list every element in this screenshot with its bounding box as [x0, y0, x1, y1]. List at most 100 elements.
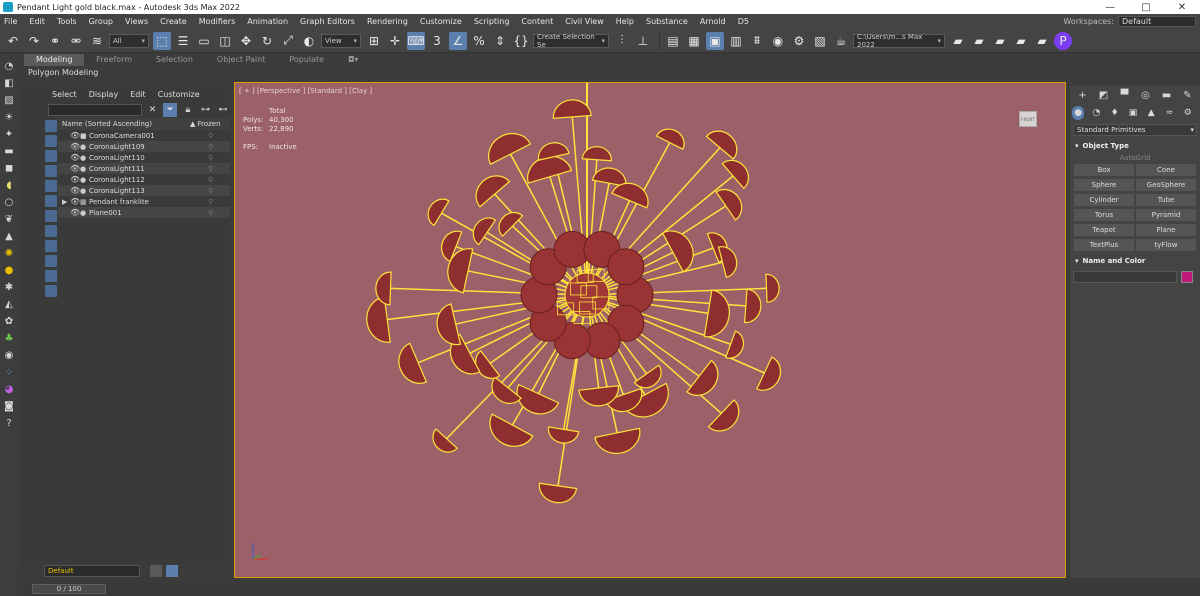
eye-icon[interactable]: 👁︎	[70, 131, 80, 140]
cone-button[interactable]: Cone	[1136, 164, 1196, 176]
angle-snap-icon[interactable]: ∠	[449, 31, 467, 50]
snaps-toggle-icon[interactable]: 3	[428, 32, 446, 50]
curve-editor-icon[interactable]: ▥	[727, 32, 745, 50]
display-shapes-icon[interactable]	[45, 135, 57, 147]
menu-graph-editors[interactable]: Graph Editors	[300, 17, 355, 26]
tool-icon[interactable]: ◕	[2, 382, 16, 396]
tool-icon[interactable]: ?	[2, 416, 16, 430]
select-rotate-icon[interactable]: ↻	[258, 32, 276, 50]
tool-icon[interactable]: ▨	[2, 93, 16, 107]
geometry-category-icon[interactable]: ●	[1072, 106, 1085, 120]
list-item[interactable]: ▶ 👁︎ ▦ Pendant franklite ⚲	[58, 196, 230, 207]
project-folder-5-icon[interactable]: ▰	[1033, 32, 1051, 50]
display-spacewarps-icon[interactable]	[45, 195, 57, 207]
ribbon-options-icon[interactable]: ◘▾	[336, 54, 370, 66]
object-color-swatch[interactable]	[1181, 271, 1193, 283]
pyramid-button[interactable]: Pyramid	[1136, 209, 1196, 221]
tab-freeform[interactable]: Freeform	[84, 54, 144, 66]
tool-icon[interactable]: ✦	[2, 127, 16, 141]
align-icon[interactable]: ⊥	[634, 32, 652, 50]
name-color-header[interactable]: ▾ Name and Color	[1073, 255, 1197, 267]
menu-create[interactable]: Create	[160, 17, 187, 26]
clear-search-icon[interactable]: ✕	[146, 103, 160, 117]
scene-menu-edit[interactable]: Edit	[130, 90, 146, 99]
eye-icon[interactable]: 👁︎	[70, 153, 80, 162]
scene-explorer-icon[interactable]: ▤	[664, 32, 682, 50]
spinner-snap-icon[interactable]: ⇕	[491, 32, 509, 50]
workspace-dropdown[interactable]: Default	[1118, 16, 1196, 27]
display-helpers-icon[interactable]	[45, 180, 57, 192]
keyboard-shortcut-icon[interactable]: ⌨	[407, 31, 425, 50]
display-tab-icon[interactable]: ▬	[1160, 88, 1174, 102]
primitive-type-dropdown[interactable]: Standard Primitives ▾	[1073, 124, 1197, 136]
material-editor-icon[interactable]: ◉	[769, 32, 787, 50]
selection-filter-dropdown[interactable]: All ▾	[109, 33, 149, 48]
redo-icon[interactable]: ↷	[25, 32, 43, 50]
filter-icon[interactable]: ⏷	[163, 103, 178, 117]
lights-category-icon[interactable]: ♦	[1109, 106, 1121, 120]
eye-icon[interactable]: 👁︎	[70, 164, 80, 173]
freeze-icon[interactable]: ⚲	[208, 154, 230, 162]
menu-rendering[interactable]: Rendering	[367, 17, 408, 26]
tool-icon[interactable]: ○	[2, 195, 16, 209]
column-frozen-header[interactable]: ▲ Frozen	[190, 120, 230, 128]
viewport-label[interactable]: [ + ] [Perspective ] [Standard ] [Clay ]	[239, 87, 372, 95]
autogrid-checkbox[interactable]: AutoGrid	[1073, 152, 1197, 164]
tab-populate[interactable]: Populate	[277, 54, 336, 66]
menu-civil-view[interactable]: Civil View	[565, 17, 604, 26]
menu-modifiers[interactable]: Modifiers	[199, 17, 236, 26]
freeze-icon[interactable]: ⚲	[208, 176, 230, 184]
named-selection-dropdown[interactable]: Create Selection Se ▾	[533, 33, 609, 49]
hierarchy-icon[interactable]: ⊶	[199, 103, 213, 117]
list-item[interactable]: 👁︎ ● CoronaLight113 ⚲	[58, 185, 230, 196]
column-name-header[interactable]: Name (Sorted Ascending)	[62, 120, 190, 128]
project-folder-3-icon[interactable]: ▰	[991, 32, 1009, 50]
close-button[interactable]: ✕	[1164, 2, 1200, 13]
tab-selection[interactable]: Selection	[144, 54, 205, 66]
scene-menu-display[interactable]: Display	[89, 90, 119, 99]
tool-icon[interactable]: ◼	[2, 161, 16, 175]
display-hidden-icon[interactable]	[45, 285, 57, 297]
rect-selection-icon[interactable]: ▭	[195, 32, 213, 50]
display-containers-icon[interactable]	[45, 255, 57, 267]
tool-icon[interactable]: ●	[2, 263, 16, 277]
geosphere-button[interactable]: GeoSphere	[1136, 179, 1196, 191]
tool-icon[interactable]: ◭	[2, 297, 16, 311]
menu-d5[interactable]: D5	[738, 17, 749, 26]
textplus-button[interactable]: TextPlus	[1074, 239, 1134, 251]
select-place-icon[interactable]: ◐	[300, 32, 318, 50]
hierarchy-tab-icon[interactable]: ▀	[1118, 88, 1132, 102]
object-type-header[interactable]: ▾ Object Type	[1073, 140, 1197, 152]
layer-stack-icon[interactable]	[150, 565, 162, 577]
create-tab-icon[interactable]: +	[1076, 88, 1090, 102]
teapot-button[interactable]: Teapot	[1074, 224, 1134, 236]
minimize-button[interactable]: —	[1092, 2, 1128, 13]
tool-icon[interactable]: ✱	[2, 280, 16, 294]
reference-coordinate-dropdown[interactable]: View ▾	[321, 33, 361, 48]
tool-icon[interactable]: ▬	[2, 144, 16, 158]
manipulate-icon[interactable]: ✛	[386, 32, 404, 50]
eye-icon[interactable]: 👁︎	[70, 175, 80, 184]
menu-file[interactable]: File	[4, 17, 17, 26]
tool-icon[interactable]: ♣	[2, 331, 16, 345]
object-name-input[interactable]	[1073, 271, 1177, 283]
menu-help[interactable]: Help	[616, 17, 634, 26]
viewcube[interactable]: FRONT	[1019, 111, 1037, 127]
tool-icon[interactable]: ◉	[2, 348, 16, 362]
project-folder-2-icon[interactable]: ▰	[970, 32, 988, 50]
display-frozen-icon[interactable]	[45, 270, 57, 282]
scene-search-input[interactable]	[48, 104, 142, 116]
tool-icon[interactable]: ◖	[2, 178, 16, 192]
layer-dropdown[interactable]: Default	[44, 565, 140, 577]
display-cameras-icon[interactable]	[45, 165, 57, 177]
display-xrefs-icon[interactable]	[45, 225, 57, 237]
scene-menu-select[interactable]: Select	[52, 90, 77, 99]
undo-icon[interactable]: ↶	[4, 32, 22, 50]
plugin-p-icon[interactable]: P	[1054, 31, 1072, 50]
tool-icon[interactable]: ◙	[2, 399, 16, 413]
select-by-name-icon[interactable]: ☰	[174, 32, 192, 50]
layer-explorer-icon[interactable]: ▦	[685, 32, 703, 50]
mirror-icon[interactable]: ⫶	[613, 32, 631, 50]
torus-button[interactable]: Torus	[1074, 209, 1134, 221]
menu-tools[interactable]: Tools	[57, 17, 77, 26]
